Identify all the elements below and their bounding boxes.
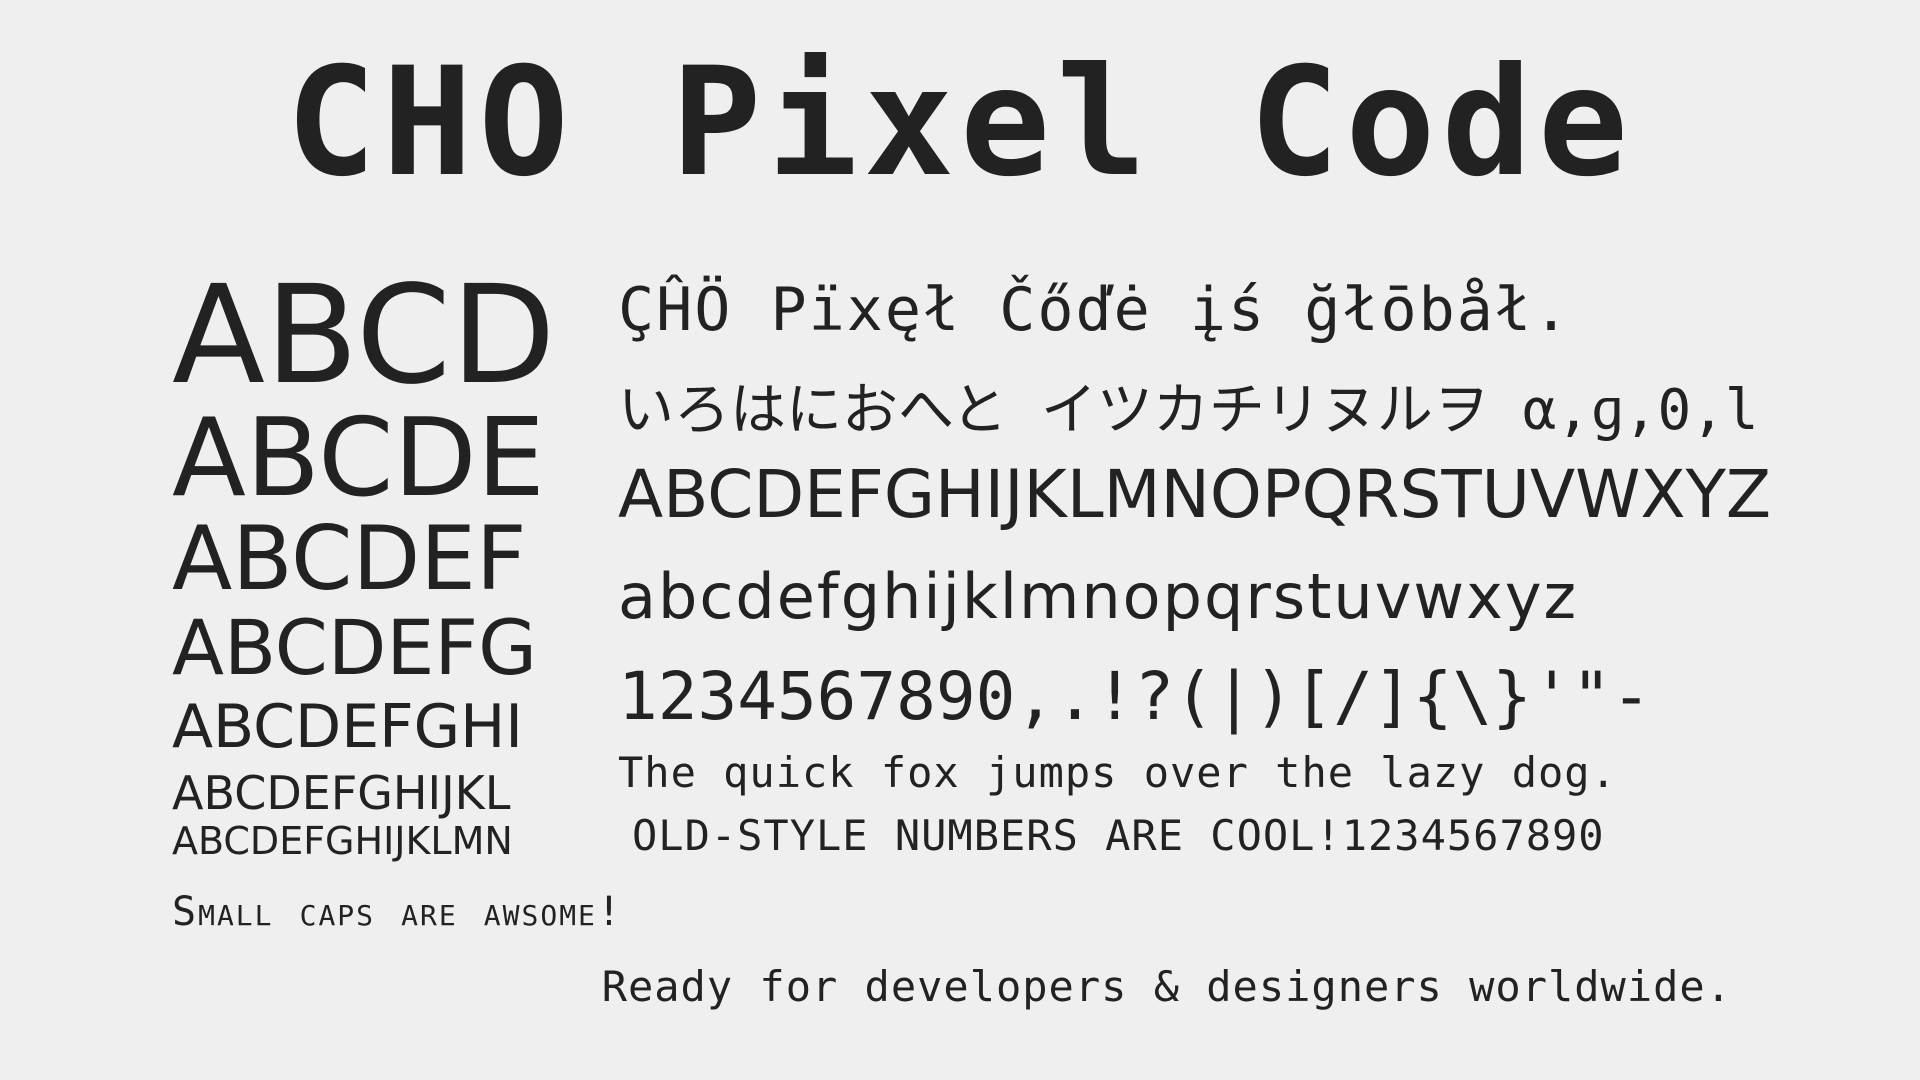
digits-punctuation-line: 1234567890,.!?(|)[/]{\}'"- [618, 658, 1652, 735]
size-ramp-line: ABCDEF [172, 507, 527, 610]
tagline: Ready for developers & designers worldwi… [601, 962, 1732, 1011]
size-ramp-line: ABCDE [172, 396, 545, 521]
pangram-line: The quick fox jumps over the lazy dog. [618, 748, 1617, 797]
kana-line: いろはにおへと イツカチリヌルヲ α,ɡ,0,l [618, 378, 1759, 443]
small-caps-line: Small caps are awsome! [172, 889, 623, 935]
oldstyle-numbers-line: OLD-STYLE NUMBERS ARE COOL!1234567890 [632, 811, 1605, 860]
size-ramp-line: ABCDEFGHI [172, 692, 523, 762]
poster-title: CHO Pixel Code [285, 36, 1635, 210]
size-ramp-line: ABCDEFG [172, 603, 538, 692]
size-ramp-line: ABCD [172, 257, 556, 415]
uppercase-alphabet: ABCDEFGHIJKLMNOPQRSTUVWXYZ [618, 456, 1772, 533]
size-ramp-line: ABCDEFGHIJKLMN [172, 819, 513, 863]
lowercase-alphabet: abcdefghijklmnopqrstuvwxyz [618, 560, 1579, 633]
size-ramp-line: ABCDEFGHIJKL [172, 766, 511, 820]
global-accents-line: ÇĤÖ Pïxęł Čőďė įś ğłōbåł. [618, 275, 1572, 345]
font-specimen-poster: CHO Pixel Code ABCD ABCDE ABCDEF ABCDEFG… [0, 0, 1920, 1080]
